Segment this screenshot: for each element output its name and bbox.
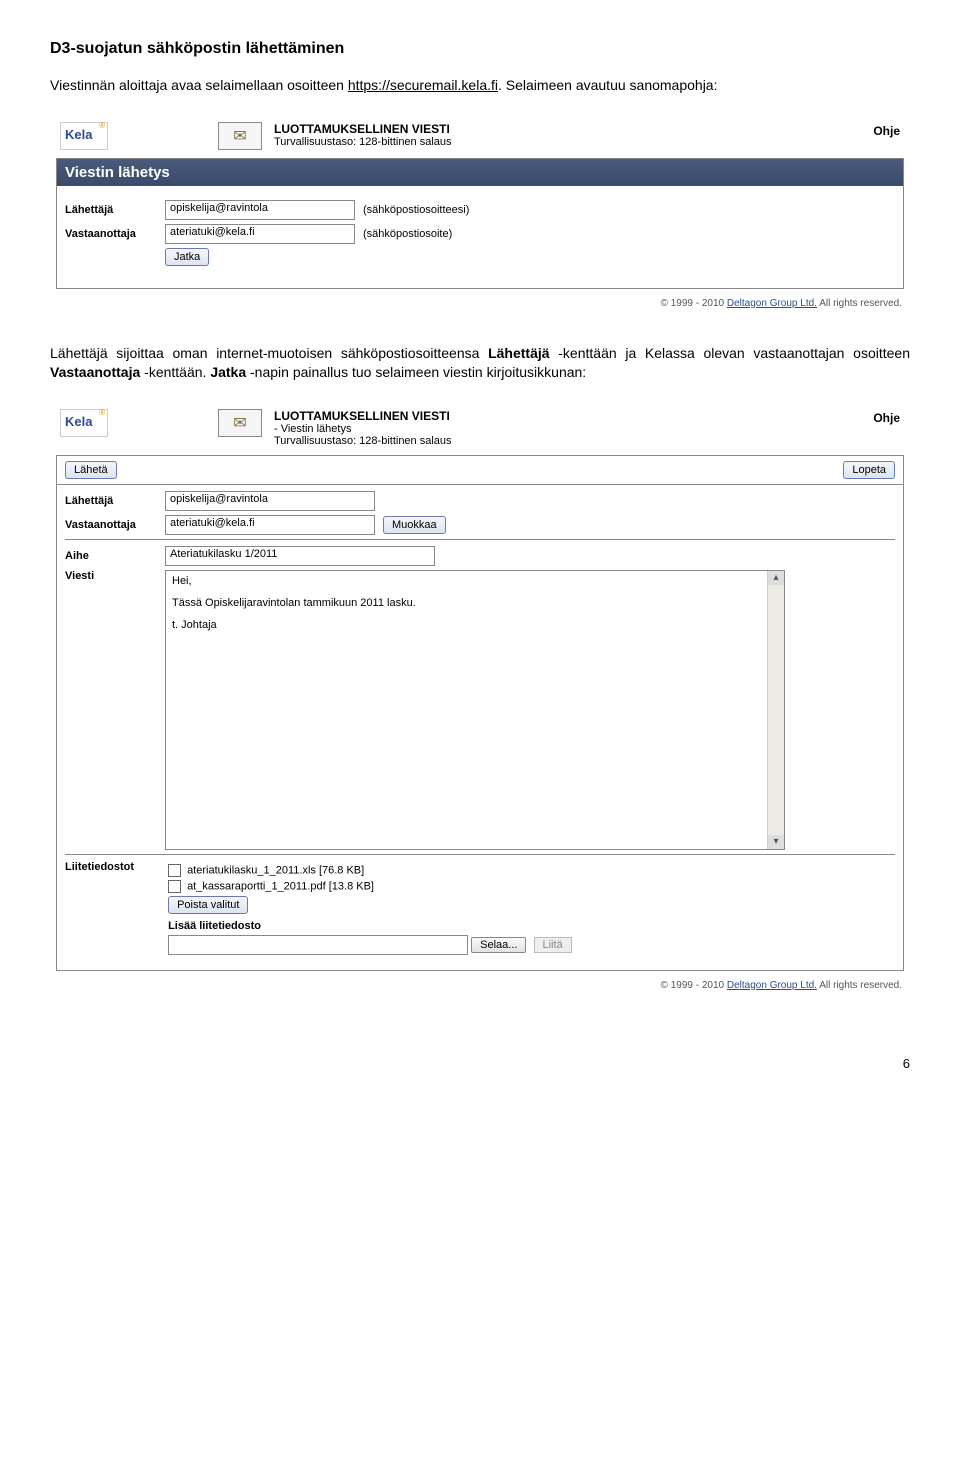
securemail-link[interactable]: https://securemail.kela.fi [348, 77, 498, 93]
label-subject: Aihe [65, 550, 165, 562]
page-number: 6 [50, 1056, 910, 1071]
label-from: Lähettäjä [65, 495, 165, 507]
row-continue: Jatka [65, 248, 895, 266]
file-path-input[interactable] [168, 935, 468, 955]
copy-prefix: © 1999 - 2010 [661, 298, 727, 309]
copy-suffix: All rights reserved. [819, 980, 902, 991]
row-to-2: Vastaanottaja ateriatuki@kela.fi Muokkaa [65, 515, 895, 535]
help-link[interactable]: Ohje [873, 409, 900, 425]
deltagon-link[interactable]: Deltagon Group Ltd. [727, 298, 817, 309]
row-from-2: Lähettäjä opiskelija@ravintola [65, 491, 895, 511]
copy-prefix: © 1999 - 2010 [661, 980, 727, 991]
kela-logo: Kela ® [60, 122, 108, 150]
send-panel: Viestin lähetys Lähettäjä opiskelija@rav… [56, 158, 904, 289]
continue-button[interactable]: Jatka [165, 248, 209, 266]
screenshot-2: Kela ® ✉ LUOTTAMUKSELLINEN VIESTI - Vies… [50, 403, 910, 996]
compose-panel: Lähetä Lopeta Lähettäjä opiskelija@ravin… [56, 455, 904, 971]
registered-icon: ® [99, 121, 105, 130]
send-button[interactable]: Lähetä [65, 461, 117, 479]
mid-b2: Vastaanottaja [50, 364, 140, 380]
label-message: Viesti [65, 570, 165, 582]
to-hint: (sähköpostiosoite) [363, 228, 452, 240]
row-from: Lähettäjä opiskelija@ravintola (sähköpos… [65, 200, 895, 220]
mid-suffix: -napin painallus tuo selaimeen viestin k… [246, 364, 586, 380]
attachment-name: ateriatukilasku_1_2011.xls [76.8 KB] [187, 864, 364, 876]
kela-logo: Kela ® [60, 409, 108, 437]
confidential-title: LUOTTAMUKSELLINEN VIESTI [274, 122, 873, 136]
row-to: Vastaanottaja ateriatuki@kela.fi (sähköp… [65, 224, 895, 244]
kela-logo-text: Kela [65, 127, 92, 142]
app-header: Kela ® ✉ LUOTTAMUKSELLINEN VIESTI Turval… [50, 116, 910, 154]
registered-icon: ® [99, 408, 105, 417]
msg-line-3: t. Johtaja [172, 619, 778, 631]
mid-paragraph: Lähettäjä sijoittaa oman internet-muotoi… [50, 344, 910, 383]
attachment-row: at_kassaraportti_1_2011.pdf [13.8 KB] [168, 880, 572, 893]
intro-prefix: Viestinnän aloittaja avaa selaimellaan o… [50, 77, 348, 93]
footer-copyright: © 1999 - 2010 Deltagon Group Ltd. All ri… [50, 295, 910, 314]
deltagon-link[interactable]: Deltagon Group Ltd. [727, 980, 817, 991]
row-subject: Aihe Ateriatukilasku 1/2011 [65, 546, 895, 566]
intro-paragraph: Viestinnän aloittaja avaa selaimellaan o… [50, 76, 910, 96]
header-texts: LUOTTAMUKSELLINEN VIESTI - Viestin lähet… [274, 409, 873, 447]
mid-b1: Lähettäjä [488, 345, 549, 361]
scroll-down-icon[interactable]: ▾ [768, 835, 784, 849]
app-header-2: Kela ® ✉ LUOTTAMUKSELLINEN VIESTI - Vies… [50, 403, 910, 451]
footer-copyright-2: © 1999 - 2010 Deltagon Group Ltd. All ri… [50, 977, 910, 996]
row-message: Viesti Hei, Tässä Opiskelijaravintolan t… [65, 570, 895, 850]
envelope-icon: ✉ [218, 122, 262, 150]
scrollbar[interactable]: ▴ ▾ [767, 571, 784, 849]
label-add-attachment: Lisää liitetiedosto [168, 920, 572, 932]
subject-input[interactable]: Ateriatukilasku 1/2011 [165, 546, 435, 566]
attachments-block: Liitetiedostot ateriatukilasku_1_2011.xl… [65, 861, 895, 958]
help-link[interactable]: Ohje [873, 122, 900, 138]
browse-button[interactable]: Selaa... [471, 937, 526, 953]
section-heading: D3-suojatun sähköpostin lähettäminen [50, 40, 910, 58]
header-texts: LUOTTAMUKSELLINEN VIESTI Turvallisuustas… [274, 122, 873, 148]
to-input[interactable]: ateriatuki@kela.fi [165, 224, 355, 244]
from-input[interactable]: opiskelija@ravintola [165, 200, 355, 220]
label-to: Vastaanottaja [65, 228, 165, 240]
mid-m2: -kenttään. [140, 364, 210, 380]
scroll-up-icon[interactable]: ▴ [768, 571, 784, 585]
mid-b3: Jatka [210, 364, 246, 380]
intro-suffix: . Selaimeen avautuu sanomapohja: [498, 77, 717, 93]
confidential-title: LUOTTAMUKSELLINEN VIESTI [274, 409, 873, 423]
edit-button[interactable]: Muokkaa [383, 516, 446, 534]
attachment-checkbox[interactable] [168, 864, 181, 877]
mid-m1: -kenttään ja Kelassa olevan vastaanottaj… [550, 345, 910, 361]
message-textarea[interactable]: Hei, Tässä Opiskelijaravintolan tammikuu… [165, 570, 785, 850]
kela-logo-text: Kela [65, 414, 92, 429]
label-attachments: Liitetiedostot [65, 861, 165, 873]
attachment-name: at_kassaraportti_1_2011.pdf [13.8 KB] [187, 880, 374, 892]
security-level: Turvallisuustaso: 128-bittinen salaus [274, 136, 873, 148]
from-input[interactable]: opiskelija@ravintola [165, 491, 375, 511]
quit-button[interactable]: Lopeta [843, 461, 895, 479]
remove-selected-button[interactable]: Poista valitut [168, 896, 248, 914]
from-hint: (sähköpostiosoitteesi) [363, 204, 469, 216]
security-level: Turvallisuustaso: 128-bittinen salaus [274, 435, 873, 447]
attachment-checkbox[interactable] [168, 880, 181, 893]
envelope-icon: ✉ [218, 409, 262, 437]
msg-line-1: Hei, [172, 575, 778, 587]
panel-title: Viestin lähetys [57, 159, 903, 186]
copy-suffix: All rights reserved. [819, 298, 902, 309]
mid-p-prefix: Lähettäjä sijoittaa oman internet-muotoi… [50, 345, 488, 361]
screenshot-1: Kela ® ✉ LUOTTAMUKSELLINEN VIESTI Turval… [50, 116, 910, 314]
label-to: Vastaanottaja [65, 519, 165, 531]
to-input[interactable]: ateriatuki@kela.fi [165, 515, 375, 535]
attachment-row: ateriatukilasku_1_2011.xls [76.8 KB] [168, 864, 572, 877]
msg-line-2: Tässä Opiskelijaravintolan tammikuun 201… [172, 597, 778, 609]
attach-button[interactable]: Liitä [534, 937, 572, 953]
send-subline: - Viestin lähetys [274, 423, 873, 435]
label-from: Lähettäjä [65, 204, 165, 216]
